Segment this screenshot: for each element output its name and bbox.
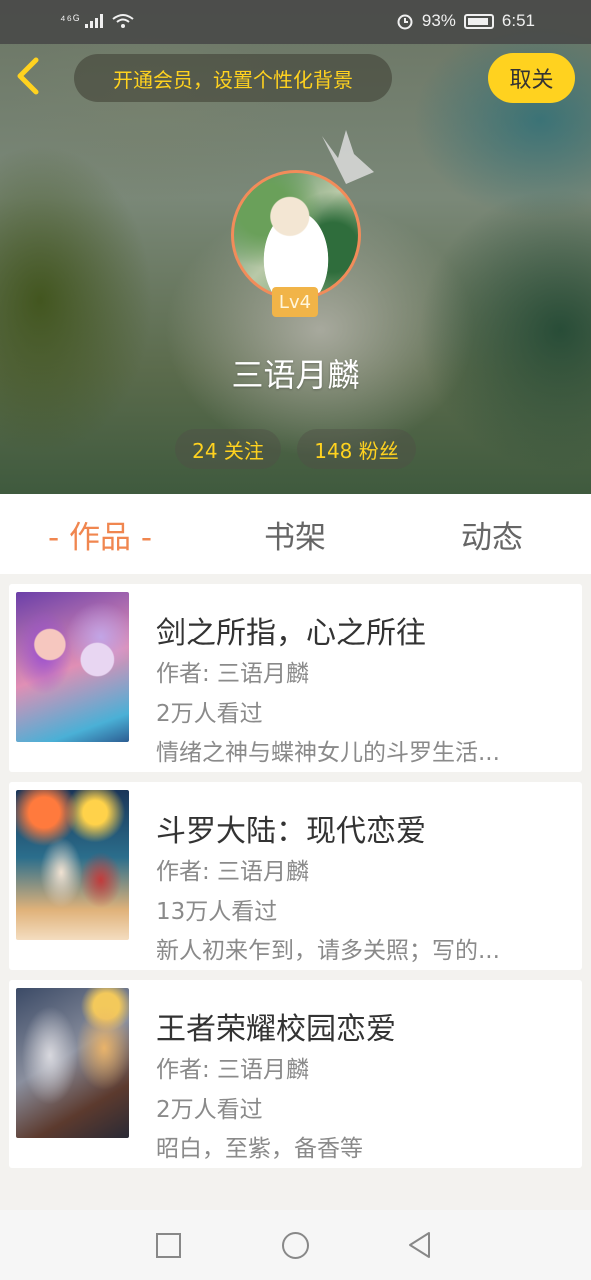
book-description: 新人初来乍到，请多关照；写的... [156, 938, 500, 964]
following-count-button[interactable]: 24 关注 [175, 429, 281, 469]
list-item[interactable]: 王者荣耀校园恋爱 作者: 三语月麟 2万人看过 昭白，至紫，备香等 [9, 980, 582, 1168]
list-item[interactable]: 剑之所指，心之所往 作者: 三语月麟 2万人看过 情绪之神与蝶神女儿的斗罗生活.… [9, 584, 582, 772]
book-views: 13万人看过 [156, 899, 278, 925]
book-author: 作者: 三语月麟 [156, 661, 310, 687]
book-title: 剑之所指，心之所往 [156, 616, 426, 651]
book-cover [16, 790, 129, 940]
username: 三语月麟 [231, 356, 360, 394]
level-badge: Lv4 [272, 287, 318, 317]
book-author: 作者: 三语月麟 [156, 1057, 310, 1083]
fans-count-button[interactable]: 148 粉丝 [297, 429, 416, 469]
home-button[interactable] [282, 1232, 309, 1259]
battery-icon [463, 13, 494, 29]
book-cover [16, 592, 129, 742]
book-title: 王者荣耀校园恋爱 [156, 1012, 396, 1047]
book-views: 2万人看过 [156, 1097, 263, 1123]
book-title: 斗罗大陆：现代恋爱 [156, 814, 426, 849]
tab-works[interactable]: - 作品 - [20, 494, 180, 574]
wifi-icon [112, 13, 134, 28]
chevron-left-icon [17, 57, 39, 95]
book-cover [16, 988, 129, 1138]
book-description: 情绪之神与蝶神女儿的斗罗生活... [156, 740, 500, 766]
profile-tabs: - 作品 - 书架 动态 [0, 494, 591, 574]
unfollow-button[interactable]: 取关 [488, 53, 575, 103]
clock: 6:51 [501, 11, 535, 30]
book-description: 昭白，至紫，备香等 [156, 1136, 363, 1162]
battery-percent: 93% [421, 11, 456, 30]
profile-header: ⁴⁶ᴳ 93% 6:51 开通会员，设置个性化背景 取关 Lv4 三语月麟 24… [0, 0, 591, 494]
system-nav-bar [0, 1210, 591, 1280]
book-views: 2万人看过 [156, 701, 263, 727]
recent-apps-button[interactable] [156, 1233, 181, 1258]
alarm-icon [397, 14, 413, 30]
back-button[interactable] [14, 56, 54, 100]
tab-moments[interactable]: 动态 [412, 494, 572, 574]
status-bar: ⁴⁶ᴳ 93% 6:51 [0, 0, 591, 44]
avatar[interactable] [231, 170, 361, 300]
list-item[interactable]: 斗罗大陆：现代恋爱 作者: 三语月麟 13万人看过 新人初来乍到，请多关照；写的… [9, 782, 582, 970]
tab-bookshelf[interactable]: 书架 [215, 494, 375, 574]
network-type: ⁴⁶ᴳ [60, 12, 81, 27]
back-triangle-icon[interactable] [405, 1230, 435, 1260]
cell-signal-icon [85, 13, 104, 28]
signal-icon: ⁴⁶ᴳ [60, 12, 134, 29]
vip-background-banner[interactable]: 开通会员，设置个性化背景 [74, 54, 392, 102]
book-author: 作者: 三语月麟 [156, 859, 310, 885]
